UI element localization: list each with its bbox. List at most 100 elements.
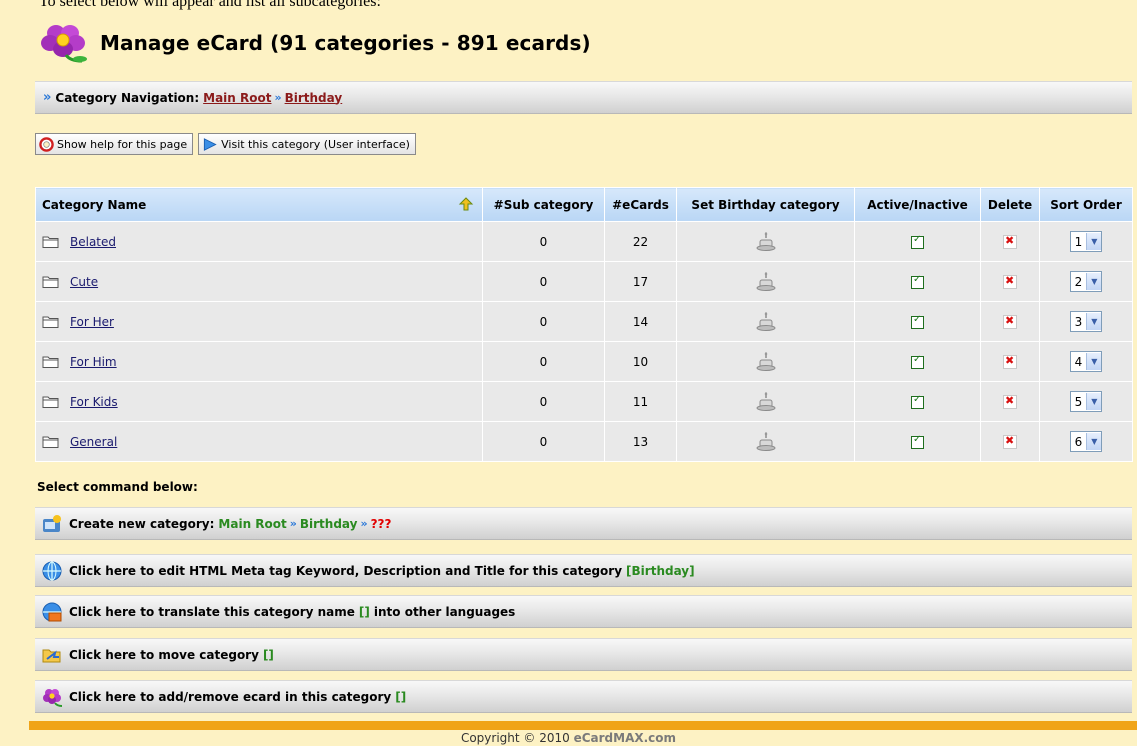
sort-order-select[interactable]: 5 ▼: [1069, 391, 1103, 412]
action-buttons: Show help for this page Visit this categ…: [35, 133, 416, 155]
chevron-down-icon: ▼: [1086, 353, 1102, 370]
create-path-separator-icon: »: [289, 517, 297, 530]
add-remove-ecard-bar[interactable]: Click here to add/remove ecard in this c…: [35, 680, 1132, 713]
birthday-cake-icon[interactable]: [755, 271, 777, 293]
translate-label-before: Click here to translate this category na…: [69, 604, 355, 619]
cell-sub-category: 0: [482, 341, 605, 382]
sort-order-select[interactable]: 2 ▼: [1069, 271, 1103, 292]
cell-set-birthday: [676, 261, 855, 302]
table-row: General 013 6▼: [35, 421, 1133, 462]
sort-order-select[interactable]: 4 ▼: [1069, 351, 1103, 372]
column-header-category-name[interactable]: Category Name: [35, 187, 483, 222]
cell-delete: [980, 341, 1040, 382]
footer-brand-link[interactable]: eCardMAX.com: [574, 731, 676, 745]
active-checkbox[interactable]: [911, 234, 924, 249]
delete-icon[interactable]: [1003, 394, 1017, 409]
cell-delete: [980, 381, 1040, 422]
delete-icon[interactable]: [1003, 434, 1017, 449]
create-path-birthday: Birthday: [299, 516, 358, 531]
category-link[interactable]: For Her: [70, 315, 114, 329]
sort-arrow-icon[interactable]: [458, 196, 474, 212]
sort-order-select[interactable]: 3 ▼: [1069, 311, 1103, 332]
cell-set-birthday: [676, 221, 855, 262]
cell-set-birthday: [676, 381, 855, 422]
cell-sub-category: 0: [482, 261, 605, 302]
create-path-main-root: Main Root: [218, 516, 287, 531]
folder-icon: [42, 436, 59, 448]
chevron-down-icon: ▼: [1086, 313, 1102, 330]
move-category-bar[interactable]: Click here to move category []: [35, 638, 1132, 671]
cell-sort-order: 1 ▼: [1039, 221, 1133, 262]
cell-active: [854, 221, 981, 262]
cell-sort-order: 5 ▼: [1039, 381, 1133, 422]
cell-category-name: For Her: [35, 301, 483, 342]
table-row: Belated 022 1▼: [35, 221, 1133, 262]
cell-delete: [980, 421, 1040, 462]
page-header: Manage eCard (91 categories - 891 ecards…: [36, 18, 591, 68]
folder-icon: [42, 356, 59, 368]
active-checkbox[interactable]: [911, 274, 924, 289]
cell-ecards: 14: [604, 301, 677, 342]
create-path-new: ???: [370, 516, 392, 531]
breadcrumb-main-root[interactable]: Main Root: [203, 91, 271, 105]
double-chevron-icon: »: [43, 90, 52, 105]
select-command-heading: Select command below:: [37, 480, 198, 494]
chevron-down-icon: ▼: [1086, 433, 1102, 450]
cell-category-name: For Him: [35, 341, 483, 382]
column-header-set-birthday: Set Birthday category: [676, 187, 855, 222]
cell-active: [854, 381, 981, 422]
delete-icon[interactable]: [1003, 314, 1017, 329]
column-header-sort-order: Sort Order: [1039, 187, 1133, 222]
page-title: Manage eCard (91 categories - 891 ecards…: [100, 31, 591, 55]
move-category-target: []: [262, 647, 274, 662]
birthday-cake-icon[interactable]: [755, 351, 777, 373]
breadcrumb-birthday[interactable]: Birthday: [285, 91, 343, 105]
create-category-label: Create new category:: [69, 516, 215, 531]
category-link[interactable]: Cute: [70, 275, 98, 289]
active-checkbox[interactable]: [911, 434, 924, 449]
translate-label-after: into other languages: [373, 604, 516, 619]
category-navigation-bar: » Category Navigation: Main Root » Birth…: [35, 81, 1132, 114]
cell-sub-category: 0: [482, 421, 605, 462]
category-link[interactable]: For Him: [70, 355, 117, 369]
folder-icon: [42, 396, 59, 408]
birthday-cake-icon[interactable]: [755, 311, 777, 333]
category-link[interactable]: General: [70, 435, 117, 449]
cell-sort-order: 2 ▼: [1039, 261, 1133, 302]
cell-active: [854, 341, 981, 382]
visit-category-button[interactable]: Visit this category (User interface): [198, 133, 416, 155]
breadcrumb-separator-icon: »: [274, 91, 282, 104]
navigation-label: Category Navigation:: [55, 90, 200, 105]
cell-delete: [980, 261, 1040, 302]
flower-logo-icon: [41, 25, 87, 63]
cell-sort-order: 6 ▼: [1039, 421, 1133, 462]
delete-icon[interactable]: [1003, 354, 1017, 369]
move-category-label: Click here to move category: [69, 647, 259, 662]
birthday-cake-icon[interactable]: [755, 231, 777, 253]
show-help-button[interactable]: Show help for this page: [35, 133, 194, 155]
create-category-bar[interactable]: Create new category: Main Root » Birthda…: [35, 507, 1132, 540]
birthday-cake-icon[interactable]: [755, 431, 777, 453]
cell-sort-order: 4 ▼: [1039, 341, 1133, 382]
category-link[interactable]: For Kids: [70, 395, 118, 409]
sort-order-select[interactable]: 1 ▼: [1069, 231, 1103, 252]
cell-sub-category: 0: [482, 221, 605, 262]
create-path-separator-icon: »: [360, 517, 368, 530]
category-link[interactable]: Belated: [70, 235, 116, 249]
table-header-row: Category Name #Sub category #eCards Set …: [35, 187, 1133, 222]
chevron-down-icon: ▼: [1086, 233, 1102, 250]
delete-icon[interactable]: [1003, 234, 1017, 249]
sort-order-select[interactable]: 6 ▼: [1069, 431, 1103, 452]
active-checkbox[interactable]: [911, 394, 924, 409]
footer-divider: [29, 721, 1137, 730]
translate-target: []: [358, 604, 370, 619]
translate-bar[interactable]: Click here to translate this category na…: [35, 595, 1132, 628]
active-checkbox[interactable]: [911, 314, 924, 329]
birthday-cake-icon[interactable]: [755, 391, 777, 413]
chevron-down-icon: ▼: [1086, 273, 1102, 290]
delete-icon[interactable]: [1003, 274, 1017, 289]
active-checkbox[interactable]: [911, 354, 924, 369]
edit-meta-bar[interactable]: Click here to edit HTML Meta tag Keyword…: [35, 554, 1132, 587]
column-header-ecards: #eCards: [604, 187, 677, 222]
cell-category-name: General: [35, 421, 483, 462]
